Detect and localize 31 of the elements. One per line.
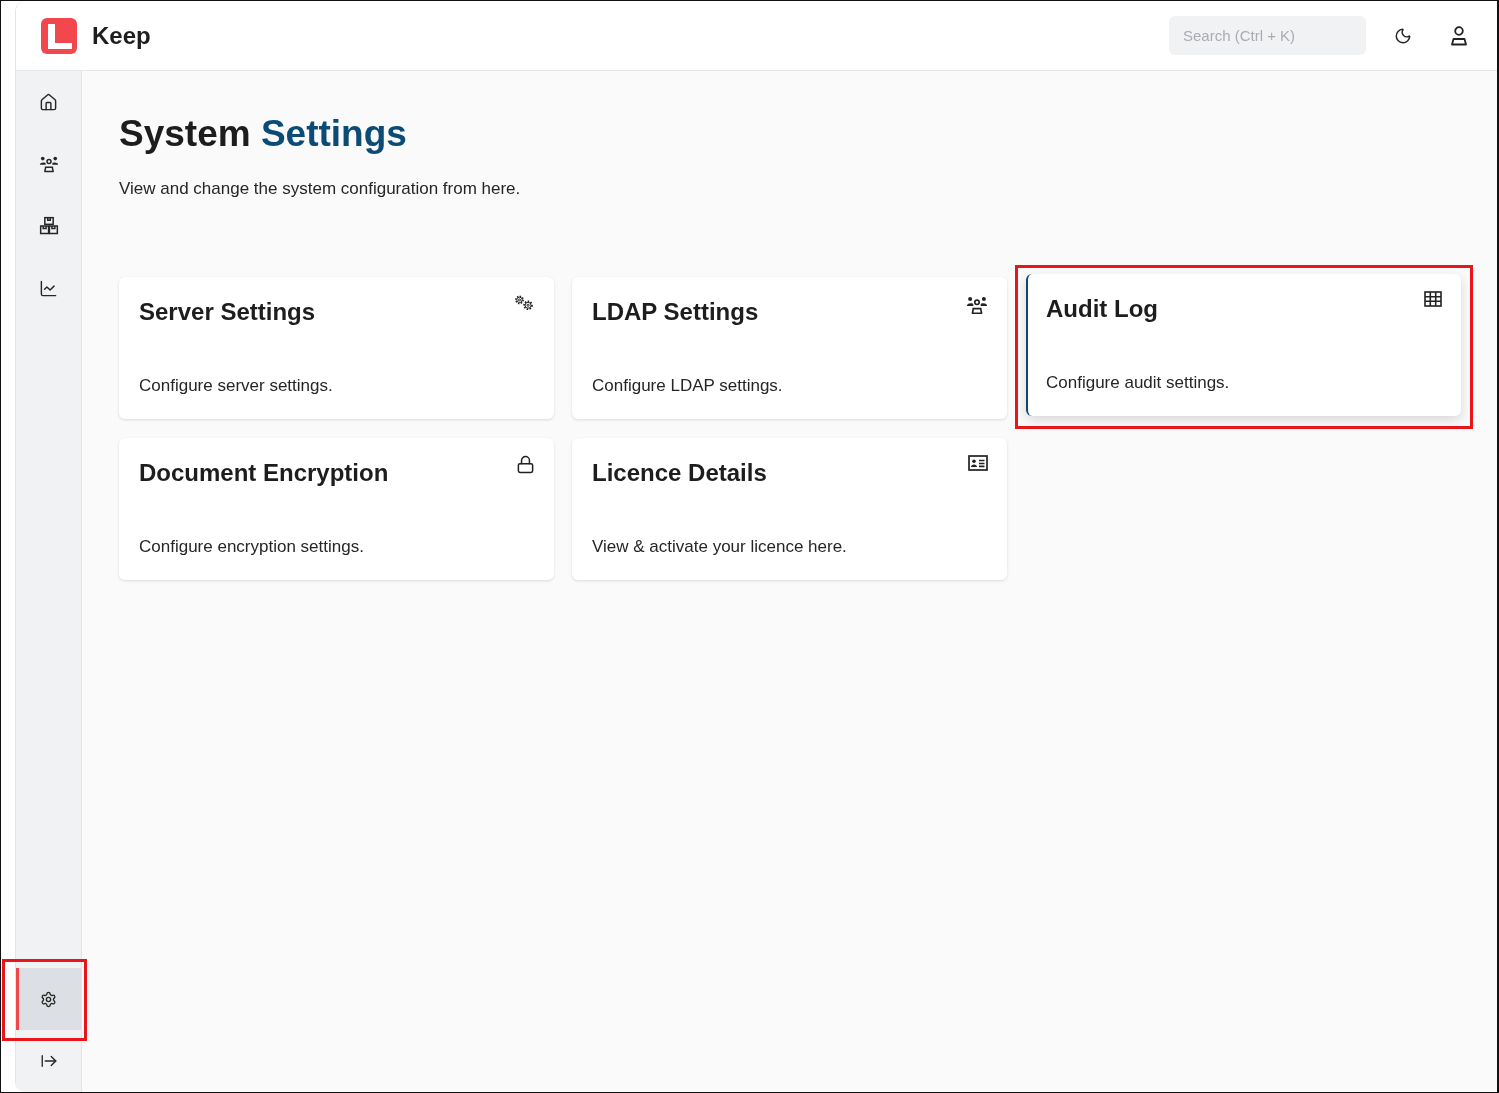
card-title: LDAP Settings — [592, 297, 759, 326]
app-name: Keep — [92, 21, 151, 50]
settings-card[interactable]: LDAP Settings Configure LDAP settings. — [572, 277, 1007, 419]
card-description: Configure encryption settings. — [139, 536, 365, 558]
settings-card[interactable]: Licence Details View & activate your licence here. — [572, 438, 1007, 580]
settings-card[interactable]: Server Settings Configure server settings. — [119, 277, 554, 419]
card-description: Configure audit settings. — [1046, 372, 1231, 394]
line-chart-icon — [39, 278, 58, 298]
card-description: Configure server settings. — [139, 375, 334, 397]
gears-icon — [513, 294, 535, 312]
settings-card[interactable]: Document Encryption Configure encryption settings. — [119, 438, 554, 580]
card-description: View & activate your licence here. — [592, 536, 848, 558]
search-field[interactable]: Search (Ctrl + K) — [1169, 16, 1366, 55]
id-card-icon — [968, 455, 988, 471]
card-title: Server Settings — [139, 297, 316, 326]
lock-icon — [516, 455, 535, 474]
card-description: Configure LDAP settings. — [592, 375, 784, 397]
logo-icon — [41, 17, 77, 54]
card-title: Audit Log — [1046, 294, 1158, 323]
boxes-icon — [38, 216, 59, 236]
settings-icon — [40, 990, 57, 1008]
group-icon — [38, 154, 59, 174]
page-title: System Settings — [119, 112, 408, 156]
grid-icon — [1424, 291, 1442, 307]
group-icon — [966, 294, 988, 316]
card-title: Document Encryption — [139, 458, 389, 487]
home-icon — [39, 92, 58, 112]
moon-icon — [1394, 26, 1412, 45]
page-subtitle: View and change the system configuration from here. — [119, 178, 522, 200]
card-title: Licence Details — [592, 458, 767, 487]
user-icon — [1450, 25, 1468, 46]
